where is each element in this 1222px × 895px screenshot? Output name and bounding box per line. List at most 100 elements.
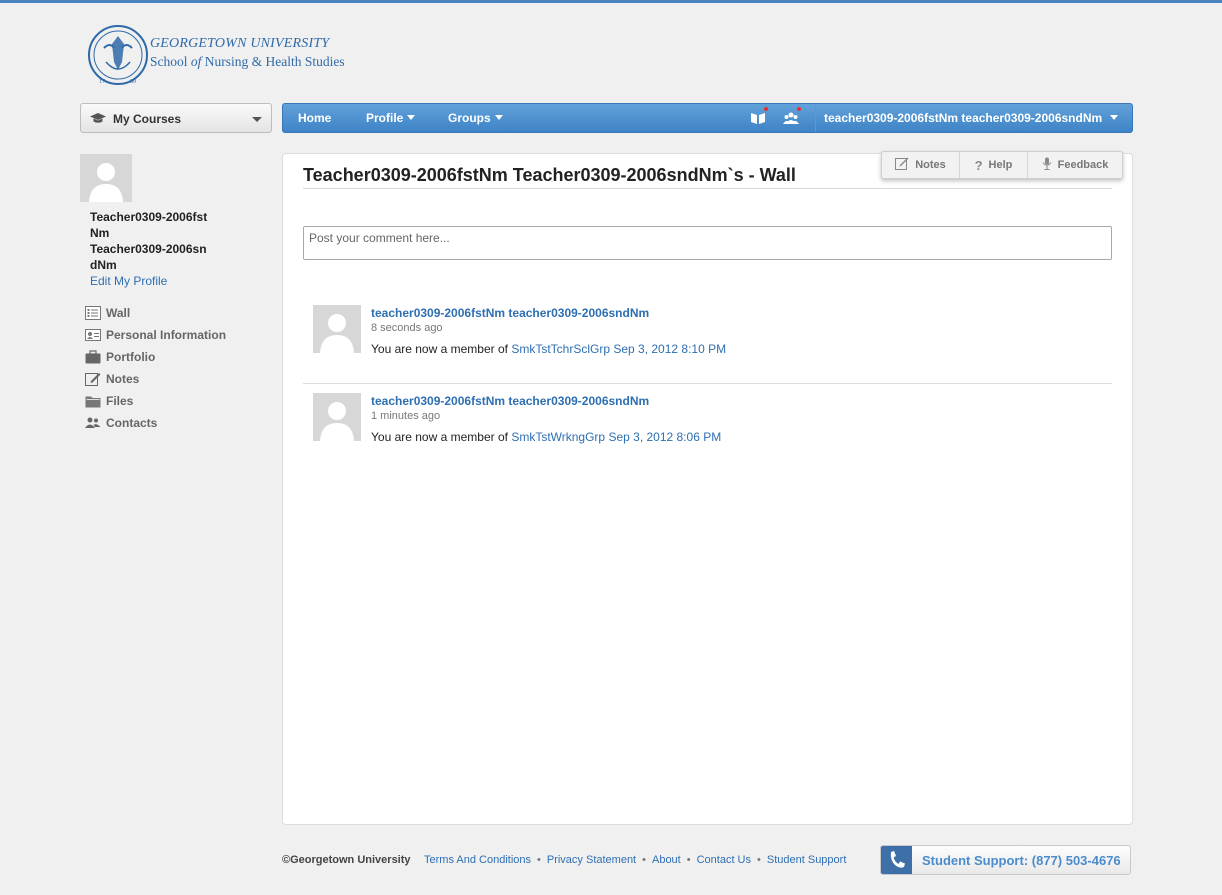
- post-timestamp: 1 minutes ago: [371, 410, 441, 422]
- sidebar-item-label: Files: [106, 394, 134, 408]
- sidebar-item-personal-information[interactable]: Personal Information: [85, 324, 226, 346]
- university-seal-icon: 17 89: [88, 25, 148, 85]
- profile-side-menu: Wall Personal Information Portfolio Note…: [85, 302, 226, 434]
- sidebar-item-label: Personal Information: [106, 328, 227, 342]
- sidebar-item-label: Contacts: [106, 416, 158, 430]
- contact-us-link[interactable]: Contact Us: [697, 854, 751, 866]
- separator: •: [686, 854, 691, 866]
- post-date-link[interactable]: Sep 3, 2012 8:06 PM: [608, 430, 721, 444]
- school-name: School of Nursing & Health Studies: [150, 54, 345, 70]
- top-accent-line: [0, 0, 1222, 3]
- group-notification-icon[interactable]: [783, 107, 801, 125]
- post-author-link[interactable]: teacher0309-2006fstNm teacher0309-2006sn…: [371, 306, 649, 320]
- folder-icon: [85, 394, 101, 408]
- default-avatar-icon: [89, 163, 123, 202]
- help-button[interactable]: ? Help: [960, 152, 1028, 178]
- seal-year-right: 89: [130, 79, 136, 85]
- sidebar-item-contacts[interactable]: Contacts: [85, 412, 226, 434]
- help-button-label: Help: [988, 159, 1013, 171]
- title-divider: [303, 188, 1112, 189]
- nav-divider: [815, 104, 816, 132]
- nav-profile[interactable]: Profile: [366, 111, 416, 125]
- chevron-down-icon: [494, 115, 503, 120]
- page-tools: Notes ? Help Feedback: [881, 151, 1123, 179]
- post-message: You are now a member of SmkTstTchrSclGrp…: [371, 342, 726, 356]
- post-message-text: You are now a member of: [371, 430, 508, 444]
- nav-profile-label: Profile: [366, 111, 404, 125]
- student-support-phone: Student Support: (877) 503-4676: [922, 853, 1121, 868]
- nav-groups-label: Groups: [448, 111, 491, 125]
- separator: •: [642, 854, 646, 866]
- separator: •: [537, 854, 541, 866]
- user-menu[interactable]: teacher0309-2006fstNm teacher0309-2006sn…: [824, 111, 1119, 125]
- sidebar-item-notes[interactable]: Notes: [85, 368, 226, 390]
- notes-button-label: Notes: [915, 159, 946, 171]
- phone-icon: [881, 846, 912, 874]
- about-link[interactable]: About: [652, 854, 681, 866]
- user-menu-label: teacher0309-2006fstNm teacher0309-2006sn…: [824, 111, 1103, 125]
- sidebar-item-label: Notes: [106, 372, 140, 386]
- sidebar-item-portfolio[interactable]: Portfolio: [85, 346, 226, 368]
- sidebar-item-label: Wall: [106, 306, 131, 320]
- profile-name-line: Teacher0309-2006fst: [90, 210, 208, 224]
- question-mark-icon: ?: [974, 157, 983, 173]
- group-link[interactable]: SmkTstTchrSclGrp: [511, 342, 610, 356]
- profile-name-line: dNm: [90, 258, 117, 272]
- terms-link[interactable]: Terms And Conditions: [424, 854, 531, 866]
- id-card-icon: [85, 328, 101, 342]
- sidebar-item-wall[interactable]: Wall: [85, 302, 226, 324]
- my-courses-label: My Courses: [113, 112, 182, 126]
- graduation-cap-icon: [90, 113, 106, 123]
- pencil-icon: [895, 157, 909, 173]
- chevron-down-icon: [252, 117, 262, 122]
- notification-dot: [764, 107, 768, 111]
- default-avatar-icon: [320, 314, 354, 353]
- notes-button[interactable]: Notes: [882, 152, 960, 178]
- profile-name: Teacher0309-2006fst Nm Teacher0309-2006s…: [90, 209, 220, 273]
- page-title: Teacher0309-2006fstNm Teacher0309-2006sn…: [303, 165, 796, 185]
- notification-dot: [797, 107, 801, 111]
- sidebar-item-label: Portfolio: [106, 350, 156, 364]
- privacy-link[interactable]: Privacy Statement: [547, 854, 636, 866]
- comment-input[interactable]: [303, 226, 1112, 260]
- edit-profile-link[interactable]: Edit My Profile: [90, 274, 167, 288]
- school-name-rest: Nursing & Health Studies: [201, 54, 345, 69]
- post-message-text: You are now a member of: [371, 342, 508, 356]
- book-notification-icon[interactable]: [750, 107, 768, 125]
- post-avatar[interactable]: [313, 393, 361, 441]
- post-timestamp: 8 seconds ago: [371, 322, 443, 334]
- profile-name-line: Nm: [90, 226, 110, 240]
- post-message: You are now a member of SmkTstWrkngGrp S…: [371, 430, 721, 444]
- student-support-button[interactable]: Student Support: (877) 503-4676: [880, 845, 1131, 875]
- wall-panel: Teacher0309-2006fstNm Teacher0309-2006sn…: [282, 151, 1133, 825]
- contacts-icon: [85, 416, 101, 430]
- university-name: GEORGETOWN UNIVERSITY: [150, 36, 330, 51]
- feedback-button-label: Feedback: [1057, 159, 1109, 171]
- group-link[interactable]: SmkTstWrkngGrp: [511, 430, 605, 444]
- default-avatar-icon: [320, 402, 354, 441]
- university-logo[interactable]: 17 89 GEORGETOWN UNIVERSITY School of Nu…: [88, 22, 358, 92]
- briefcase-icon: [85, 350, 101, 364]
- main-nav-bar: Home Profile Groups teacher0309-2006fstN…: [282, 103, 1133, 133]
- pencil-icon: [85, 372, 101, 386]
- profile-name-line: Teacher0309-2006sn: [90, 242, 207, 256]
- my-courses-dropdown[interactable]: My Courses: [80, 103, 272, 133]
- seal-year-left: 17: [99, 79, 105, 85]
- wall-icon: [85, 306, 101, 320]
- separator: •: [757, 854, 761, 866]
- feedback-button[interactable]: Feedback: [1028, 152, 1122, 178]
- chevron-down-icon: [1110, 115, 1119, 120]
- nav-groups[interactable]: Groups: [448, 111, 503, 125]
- footer-links: Terms And Conditions • Privacy Statement • A…: [424, 854, 846, 866]
- school-name-part: School: [150, 54, 191, 69]
- sidebar-item-files[interactable]: Files: [85, 390, 226, 412]
- nav-home[interactable]: Home: [298, 111, 331, 125]
- post-avatar[interactable]: [313, 305, 361, 353]
- post-divider: [303, 383, 1112, 384]
- post-author-link[interactable]: teacher0309-2006fstNm teacher0309-2006sn…: [371, 394, 649, 408]
- student-support-link[interactable]: Student Support: [767, 854, 847, 866]
- chevron-down-icon: [407, 115, 416, 120]
- microphone-icon: [1042, 157, 1052, 173]
- school-name-of: of: [190, 54, 202, 69]
- post-date-link[interactable]: Sep 3, 2012 8:10 PM: [613, 342, 726, 356]
